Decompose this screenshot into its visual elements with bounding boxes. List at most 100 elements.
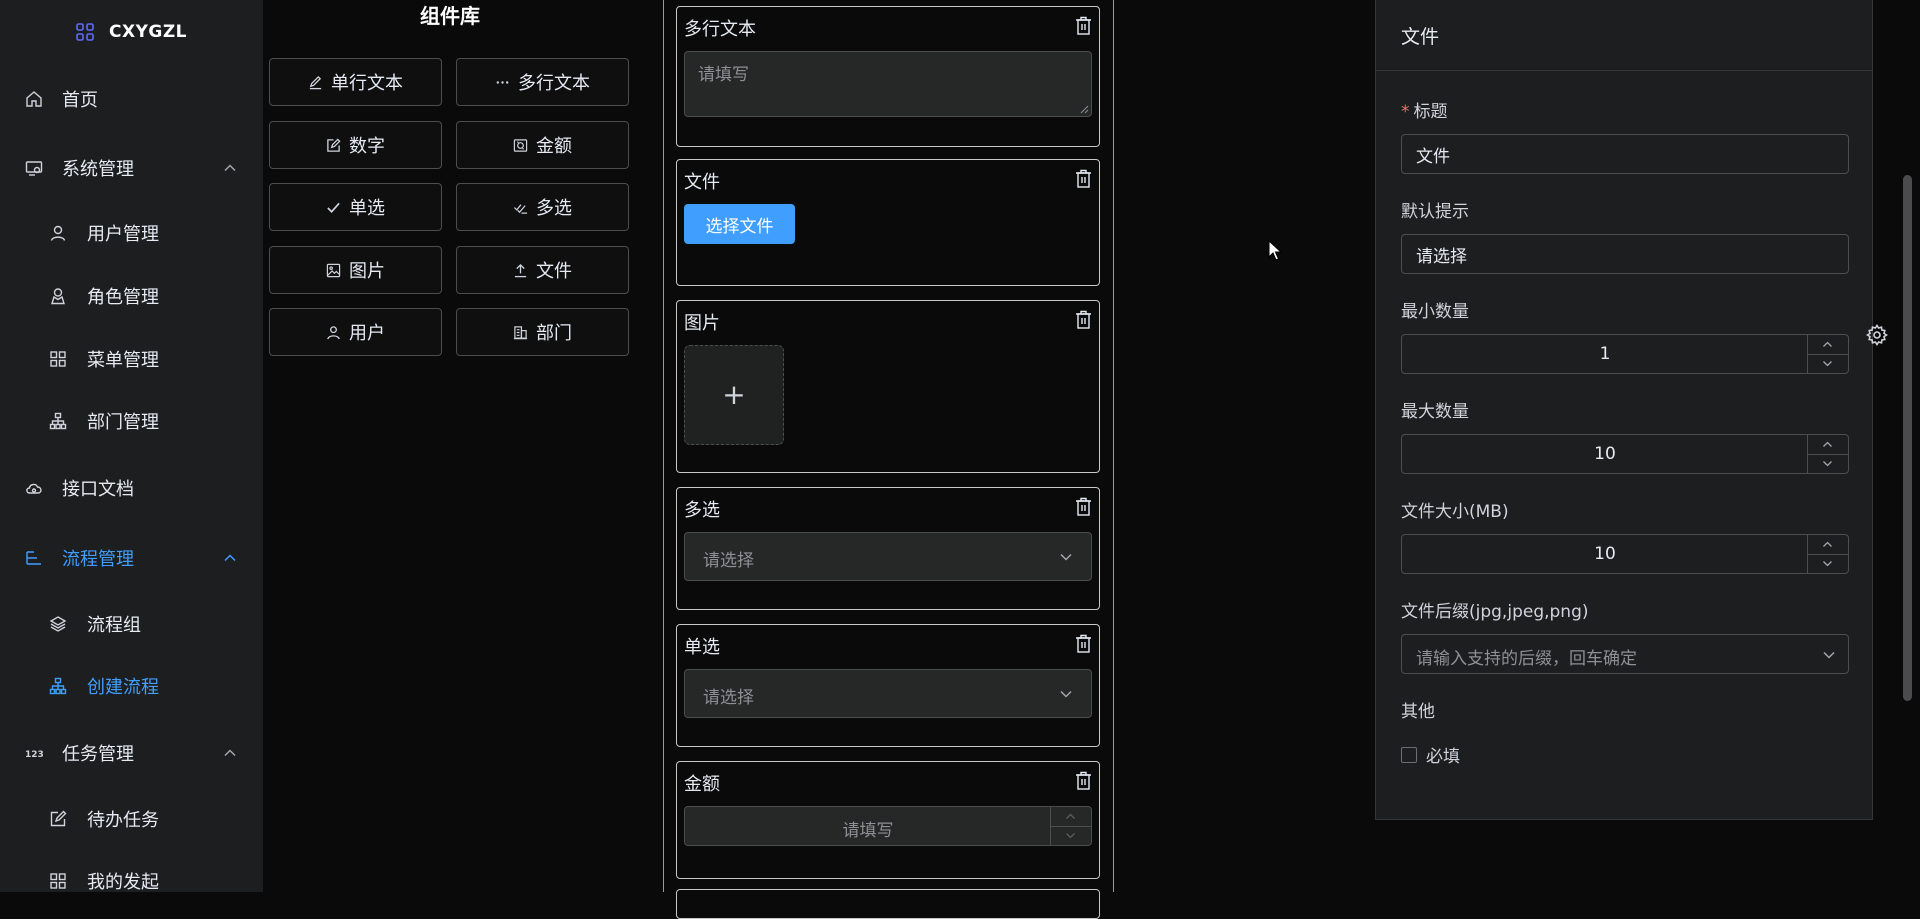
sidebar-item-department-management[interactable]: 部门管理 — [0, 401, 263, 441]
form-field-file[interactable]: 文件 选择文件 — [676, 159, 1100, 286]
title-input[interactable]: 文件 — [1401, 134, 1849, 174]
component-number[interactable]: 数字 — [269, 121, 442, 169]
file-size-stepper[interactable] — [1807, 535, 1848, 573]
check-icon — [327, 202, 340, 213]
component-file[interactable]: 文件 — [456, 246, 629, 294]
max-count-stepper[interactable] — [1807, 435, 1848, 473]
menu-grid-icon — [50, 351, 66, 367]
file-suffix-select[interactable]: 请输入支持的后缀，回车确定 — [1401, 634, 1849, 674]
sidebar-item-my-initiated[interactable]: 我的发起 — [0, 861, 263, 892]
sidebar-item-task-management[interactable]: 123 任务管理 — [0, 733, 263, 773]
form-field-image[interactable]: 图片 + — [676, 300, 1100, 473]
chevron-down-icon — [1060, 553, 1072, 561]
component-single-select[interactable]: 单选 — [269, 183, 442, 231]
component-image[interactable]: 图片 — [269, 246, 442, 294]
svg-text:123: 123 — [25, 750, 43, 760]
decrease-button[interactable] — [1808, 554, 1848, 573]
sidebar-item-flow-management[interactable]: 流程管理 — [0, 538, 263, 578]
max-count-input[interactable]: 10 — [1401, 434, 1849, 474]
min-count-stepper[interactable] — [1807, 335, 1848, 373]
panel-title: 文件 — [1401, 26, 1440, 48]
form-canvas: 多行文本 请填写 文件 选择文件 图片 + 多选 请选择 单选 请选择 金额 请… — [663, 0, 1114, 919]
form-field-multi-select[interactable]: 多选 请选择 — [676, 487, 1100, 610]
increase-button[interactable] — [1808, 535, 1848, 554]
select-placeholder: 请选择 — [703, 688, 754, 708]
sidebar-item-role-management[interactable]: 角色管理 — [0, 276, 263, 316]
field-settings-panel: 文件 * 标题 文件 默认提示 请选择 最小数量 1 最大数量 10 文件大小(M… — [1375, 0, 1873, 820]
component-label: 图片 — [349, 261, 385, 282]
trash-icon[interactable] — [1075, 497, 1092, 516]
decrease-button[interactable] — [1808, 454, 1848, 473]
sidebar-item-label: 用户管理 — [87, 224, 159, 245]
image-uploader[interactable]: + — [684, 345, 784, 445]
chevron-down-icon — [1823, 461, 1832, 467]
trash-icon[interactable] — [1075, 771, 1092, 790]
sidebar-item-create-flow[interactable]: 创建流程 — [0, 666, 263, 706]
increase-button[interactable] — [1808, 335, 1848, 354]
required-checkbox[interactable] — [1401, 746, 1417, 763]
gear-icon[interactable] — [1866, 324, 1888, 346]
cloud-api-icon — [26, 483, 42, 494]
default-hint-input[interactable]: 请选择 — [1401, 234, 1849, 274]
chevron-up-icon — [224, 164, 236, 172]
sidebar-item-label: 我的发起 — [87, 872, 159, 892]
pen-icon — [309, 75, 322, 89]
resize-handle-icon[interactable] — [1080, 105, 1089, 114]
money-number-input[interactable]: 请填写 — [684, 806, 1092, 846]
required-asterisk: * — [1401, 102, 1410, 122]
sidebar-item-todo-tasks[interactable]: 待办任务 — [0, 799, 263, 839]
component-label: 多选 — [536, 198, 572, 219]
component-user[interactable]: 用户 — [269, 308, 442, 356]
multi-select-dropdown[interactable]: 请选择 — [684, 532, 1092, 581]
form-field-next[interactable] — [676, 889, 1100, 919]
required-checkbox-row[interactable]: 必填 — [1401, 742, 1460, 767]
org-tree-icon — [49, 412, 67, 430]
textarea-input[interactable]: 请填写 — [684, 51, 1092, 117]
max-count-value: 10 — [1594, 444, 1616, 464]
component-label: 金额 — [536, 136, 572, 157]
form-field-single-select[interactable]: 单选 请选择 — [676, 624, 1100, 747]
component-multi-line-text[interactable]: 多行文本 — [456, 58, 629, 106]
trash-icon[interactable] — [1075, 310, 1092, 329]
office-building-icon — [513, 325, 528, 339]
field-title: 图片 — [684, 313, 720, 334]
component-label: 用户 — [349, 323, 385, 344]
increase-button[interactable] — [1808, 435, 1848, 454]
decrease-button[interactable] — [1808, 354, 1848, 373]
single-select-dropdown[interactable]: 请选择 — [684, 669, 1092, 718]
sidebar-item-label: 首页 — [62, 90, 98, 111]
ellipsis-icon — [496, 80, 509, 84]
component-single-line-text[interactable]: 单行文本 — [269, 58, 442, 106]
plus-icon: + — [722, 378, 746, 411]
component-multi-select[interactable]: 多选 — [456, 183, 629, 231]
trash-icon[interactable] — [1075, 634, 1092, 653]
min-count-input[interactable]: 1 — [1401, 334, 1849, 374]
chevron-down-icon — [1823, 561, 1832, 567]
sidebar-item-flow-group[interactable]: 流程组 — [0, 604, 263, 644]
layers-icon — [49, 616, 67, 632]
min-count-label: 最小数量 — [1401, 302, 1469, 322]
max-count-label: 最大数量 — [1401, 402, 1469, 422]
sidebar-item-menu-management[interactable]: 菜单管理 — [0, 339, 263, 379]
trash-icon[interactable] — [1075, 169, 1092, 188]
min-count-value: 1 — [1599, 344, 1611, 364]
system-settings-icon — [25, 161, 43, 176]
sidebar-item-api-docs[interactable]: 接口文档 — [0, 468, 263, 508]
form-field-money[interactable]: 金额 请填写 — [676, 761, 1100, 879]
app-logo[interactable]: CXYGZL — [75, 18, 187, 46]
number-stepper[interactable] — [1050, 807, 1091, 845]
sidebar-item-user-management[interactable]: 用户管理 — [0, 213, 263, 253]
file-size-label: 文件大小(MB) — [1401, 502, 1509, 522]
sidebar-item-system[interactable]: 系统管理 — [0, 148, 263, 188]
file-size-input[interactable]: 10 — [1401, 534, 1849, 574]
chevron-up-icon — [1823, 441, 1832, 447]
page-scrollbar[interactable] — [1903, 175, 1912, 701]
sidebar-item-label: 部门管理 — [87, 412, 159, 433]
form-field-multi-line-text[interactable]: 多行文本 请填写 — [676, 6, 1100, 147]
component-label: 部门 — [536, 323, 572, 344]
component-department[interactable]: 部门 — [456, 308, 629, 356]
sidebar-item-home[interactable]: 首页 — [0, 79, 263, 119]
component-money[interactable]: 金额 — [456, 121, 629, 169]
select-file-button[interactable]: 选择文件 — [684, 204, 795, 244]
trash-icon[interactable] — [1075, 16, 1092, 35]
